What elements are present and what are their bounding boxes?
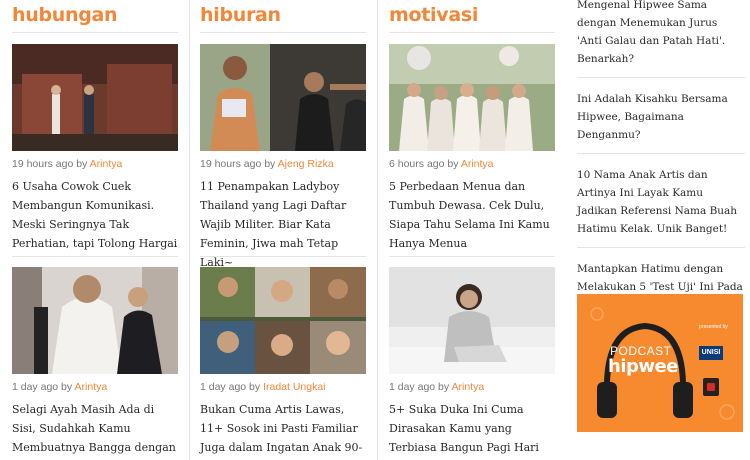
divider	[12, 32, 178, 33]
article-card[interactable]: 1 day ago by Iradat Ungkai Bukan Cuma Ar…	[200, 267, 366, 460]
post-time: 19 hours ago by	[200, 158, 276, 170]
author-link[interactable]: Ajeng Rizka	[278, 158, 334, 170]
divider	[200, 32, 366, 33]
sidebar-link[interactable]: Mengenal Hipwee Sama dengan Menemukan Ju…	[577, 0, 745, 78]
post-meta: 19 hours ago by Ajeng Rizka	[200, 158, 366, 172]
post-meta: 1 day ago by Arintya	[12, 381, 178, 395]
article-thumbnail[interactable]	[200, 267, 366, 374]
sidebar-link[interactable]: Ini Adalah Kisahku Bersama Hipwee, Bagai…	[577, 88, 745, 154]
post-time: 1 day ago by	[389, 381, 450, 393]
post-time: 1 day ago by	[200, 381, 261, 393]
post-meta: 19 hours ago by Arintya	[12, 158, 178, 172]
column-divider	[377, 0, 378, 460]
category-column-hiburan: hiburan 19 hours ago by Ajeng Rizka 11 P…	[200, 0, 366, 460]
article-title[interactable]: 5+ Suka Duka Ini Cuma Dirasakan Kamu yan…	[389, 400, 555, 460]
article-thumbnail[interactable]	[389, 267, 555, 374]
article-card[interactable]: 19 hours ago by Ajeng Rizka 11 Penampaka…	[200, 44, 366, 269]
article-thumbnail[interactable]	[12, 44, 178, 151]
author-link[interactable]: Arintya	[461, 158, 494, 170]
post-time: 19 hours ago by	[12, 158, 88, 170]
divider	[12, 256, 178, 257]
category-column-motivasi: motivasi 6 hours ago by Arintya 5 Perbed…	[389, 0, 555, 460]
post-meta: 1 day ago by Arintya	[389, 381, 555, 395]
article-card[interactable]: 19 hours ago by Arintya 6 Usaha Cowok Cu…	[12, 44, 178, 253]
article-title[interactable]: 6 Usaha Cowok Cuek Membangun Komunikasi.…	[12, 177, 178, 253]
article-title[interactable]: Bukan Cuma Artis Lawas, 11+ Sosok ini Pa…	[200, 400, 366, 460]
post-meta: 1 day ago by Iradat Ungkai	[200, 381, 366, 395]
divider	[389, 32, 555, 33]
article-card[interactable]: 1 day ago by Arintya Selagi Ayah Masih A…	[12, 267, 178, 460]
category-title[interactable]: motivasi	[389, 0, 555, 32]
divider	[389, 256, 555, 257]
podcast-brand: hipwee	[608, 356, 678, 377]
article-card[interactable]: 6 hours ago by Arintya 5 Perbedaan Menua…	[389, 44, 555, 253]
category-title[interactable]: hiburan	[200, 0, 366, 32]
presented-by-label: presented by	[699, 324, 728, 330]
category-title[interactable]: hubungan	[12, 0, 178, 32]
category-column-hubungan: hubungan 19 hours ago by Arintya 6 Usaha…	[12, 0, 178, 460]
author-link[interactable]: Arintya	[90, 158, 123, 170]
podcast-banner[interactable]: PODCAST hipwee presented by UNISI	[577, 294, 743, 432]
post-time: 6 hours ago by	[389, 158, 459, 170]
author-link[interactable]: Iradat Ungkai	[263, 381, 325, 393]
post-time: 1 day ago by	[12, 381, 73, 393]
author-link[interactable]: Arintya	[74, 381, 107, 393]
article-thumbnail[interactable]	[12, 267, 178, 374]
article-thumbnail[interactable]	[389, 44, 555, 151]
article-title[interactable]: Selagi Ayah Masih Ada di Sisi, Sudahkah …	[12, 400, 178, 460]
article-title[interactable]: 5 Perbedaan Menua dan Tumbuh Dewasa. Cek…	[389, 177, 555, 253]
author-link[interactable]: Arintya	[451, 381, 484, 393]
post-meta: 6 hours ago by Arintya	[389, 158, 555, 172]
article-thumbnail[interactable]	[200, 44, 366, 151]
column-divider	[189, 0, 190, 460]
article-card[interactable]: 1 day ago by Arintya 5+ Suka Duka Ini Cu…	[389, 267, 555, 460]
article-title[interactable]: 11 Penampakan Ladyboy Thailand yang Lagi…	[200, 177, 366, 269]
sponsor-logo: UNISI	[699, 346, 723, 360]
sidebar-link[interactable]: 10 Nama Anak Artis dan Artinya Ini Layak…	[577, 164, 745, 248]
app-icon	[703, 378, 719, 396]
